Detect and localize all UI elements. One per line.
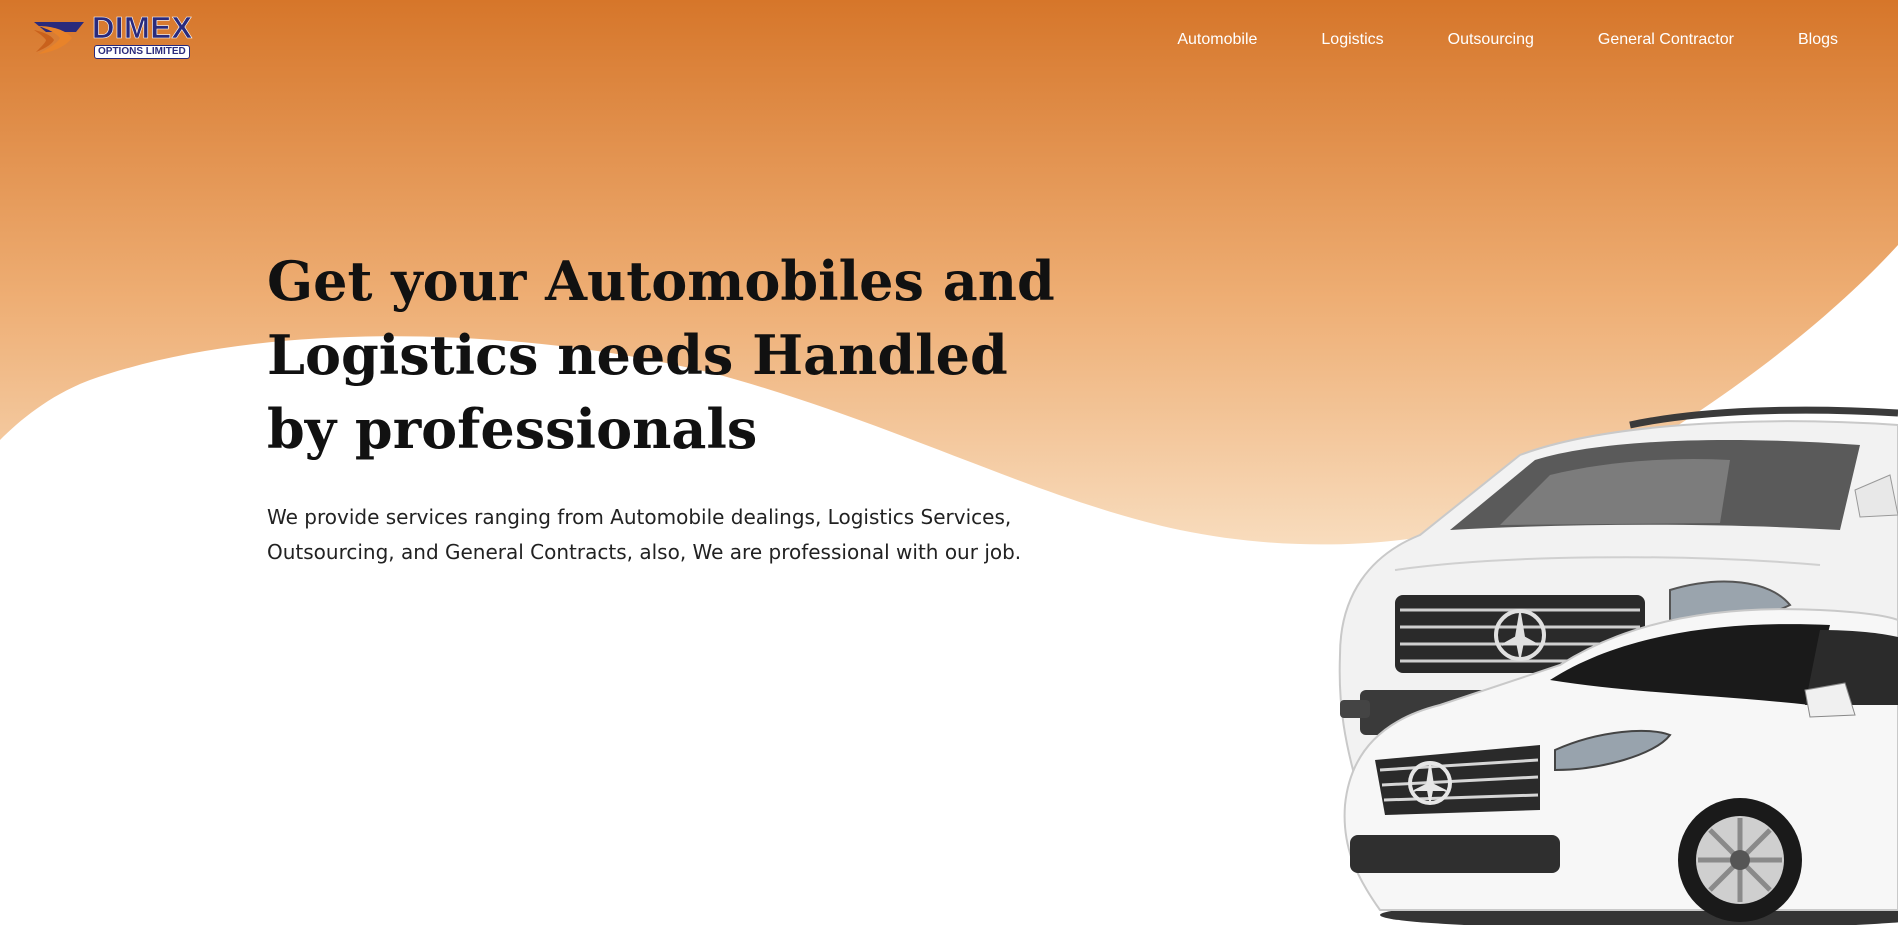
top-navbar: DIMEX OPTIONS LIMITED Automobile Logisti…: [0, 0, 1898, 80]
brand-logo[interactable]: DIMEX OPTIONS LIMITED: [32, 10, 202, 60]
hero-title: Get your Automobiles and Logistics needs…: [267, 249, 1055, 461]
nav-link-logistics[interactable]: Logistics: [1321, 28, 1383, 52]
landing-page: DIMEX OPTIONS LIMITED Automobile Logisti…: [0, 0, 1898, 925]
brand-tagline: OPTIONS LIMITED: [94, 45, 190, 59]
brand-name: DIMEX: [92, 10, 193, 45]
dimex-swoosh-icon: [34, 22, 84, 54]
hero-description: We provide services ranging from Automob…: [267, 505, 1022, 564]
nav-link-outsourcing[interactable]: Outsourcing: [1448, 28, 1534, 52]
nav-link-blogs[interactable]: Blogs: [1798, 28, 1838, 52]
nav-link-automobile[interactable]: Automobile: [1177, 28, 1257, 52]
main-nav: Automobile Logistics Outsourcing General…: [1113, 28, 1838, 52]
nav-link-general-contractor[interactable]: General Contractor: [1598, 28, 1734, 52]
hero-cars-image: [1338, 406, 1898, 925]
